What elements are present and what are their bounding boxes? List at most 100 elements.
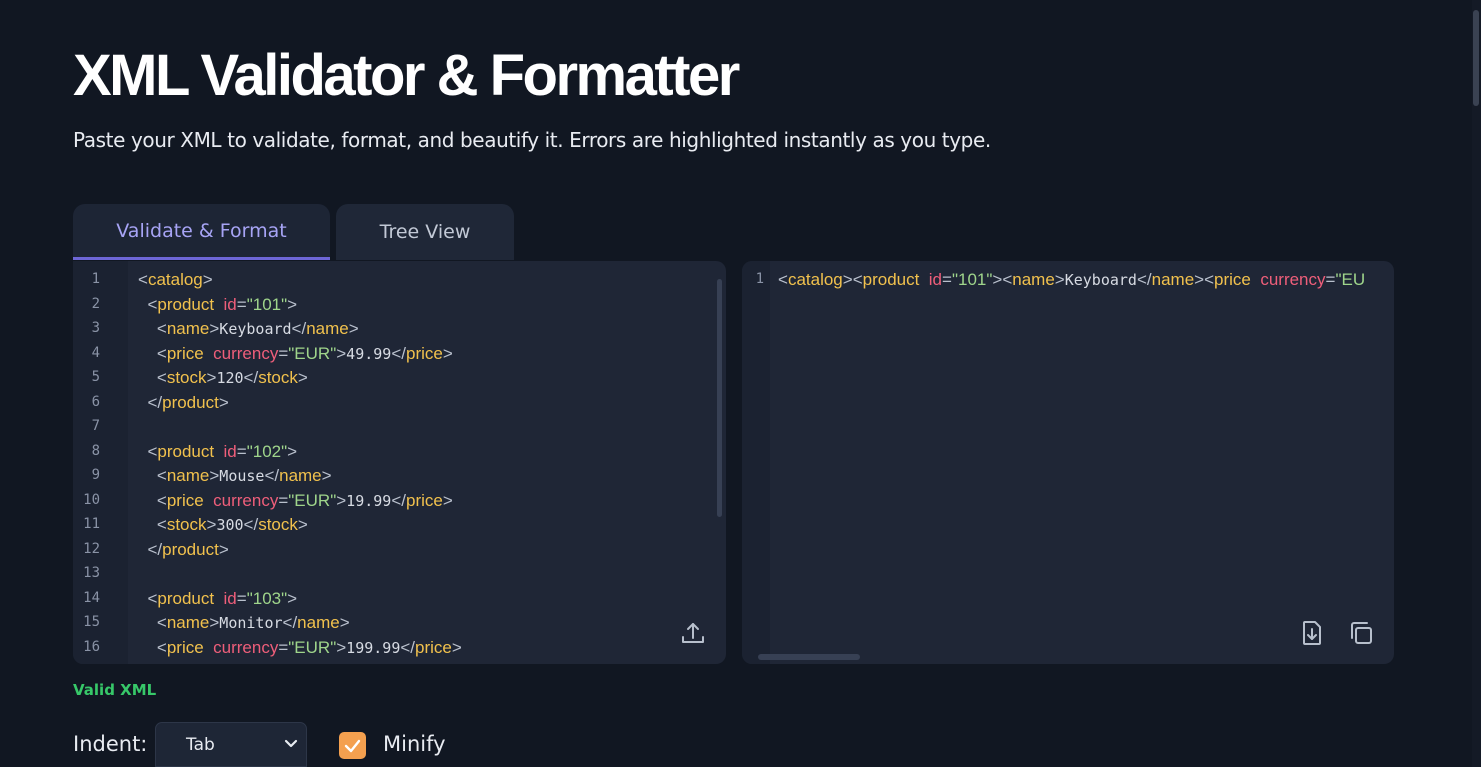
code-token: "EUR": [288, 637, 337, 657]
line-number: 7: [91, 418, 100, 434]
code-token: </: [243, 515, 259, 534]
tab-tree-view[interactable]: Tree View: [336, 204, 514, 260]
code-token: id: [223, 294, 237, 314]
code-token: >: [451, 637, 462, 657]
code-token: </: [264, 466, 280, 485]
input-editor[interactable]: 1 2 3 4 5 6 7 8 9 10 11 12 13 14 15 16 <catalog> <produ…: [73, 261, 726, 664]
line-number: 15: [83, 614, 100, 630]
vertical-scrollbar[interactable]: [717, 279, 722, 517]
page-subtitle: Paste your XML to validate, format, and …: [73, 128, 991, 152]
code-line: <price currency="EUR">49.99</price>: [138, 342, 453, 366]
upload-icon: [682, 623, 704, 643]
code-token: stock: [258, 515, 298, 534]
code-token: "EUR": [288, 490, 337, 510]
code-token: "103": [246, 588, 288, 608]
code-line: </product>: [138, 538, 228, 562]
upload-button[interactable]: [678, 618, 708, 648]
indent-select[interactable]: Tab: [155, 722, 307, 767]
code-token: >: [218, 392, 229, 412]
code-token: currency: [213, 637, 279, 657]
code-token: product: [162, 539, 219, 559]
code-token: =: [278, 490, 289, 510]
code-token: >: [287, 588, 298, 608]
minify-checkbox[interactable]: [339, 732, 366, 759]
code-token: >: [348, 319, 359, 338]
code-token: </: [243, 368, 259, 387]
code-token: name: [166, 613, 210, 632]
line-number: 4: [91, 344, 100, 361]
code-token: </: [291, 319, 307, 338]
download-button[interactable]: [1297, 618, 1327, 648]
code-token: stock: [166, 368, 207, 387]
code-token: </: [138, 539, 163, 559]
code-token: <: [778, 270, 788, 289]
code-token: product: [162, 392, 219, 412]
page-scrollbar[interactable]: [1472, 0, 1481, 767]
tab-validate-format[interactable]: Validate & Format: [73, 204, 330, 260]
code-token: >: [209, 613, 220, 632]
code-token: >: [287, 441, 298, 461]
code-token: currency: [213, 490, 279, 510]
code-token: >: [202, 270, 213, 289]
code-line: <product id="101">: [138, 293, 297, 317]
line-number: 11: [83, 516, 100, 532]
code-token: 199.99: [346, 638, 401, 657]
code-token: <: [138, 588, 158, 608]
code-token: <: [138, 515, 167, 534]
code-token: product: [157, 441, 215, 461]
code-line: <name>Mouse</name>: [138, 464, 332, 488]
code-token: >: [206, 368, 217, 387]
code-token: >: [442, 490, 453, 510]
code-line: <product id="103">: [138, 587, 297, 611]
line-number-gutter: 1 2 3 4 5 6 7 8 9 10 11 12 13 14 15 16: [73, 261, 128, 664]
code-line: <stock>300</stock>: [138, 513, 308, 537]
checkmark-icon: [344, 739, 361, 752]
line-number: 8: [91, 442, 100, 459]
code-token: name: [297, 613, 340, 632]
line-number: 2: [91, 295, 100, 312]
code-token: name: [1012, 270, 1055, 289]
code-token: >: [206, 515, 217, 534]
line-number: 1: [755, 271, 764, 287]
line-number: 13: [83, 565, 100, 581]
code-token: =: [236, 441, 247, 461]
code-token: =: [278, 343, 289, 363]
output-editor[interactable]: 1 <catalog><product id="101"><name>Keybo…: [742, 261, 1394, 664]
code-token: </: [400, 637, 416, 657]
code-token: <: [138, 319, 167, 338]
download-icon: [1303, 621, 1321, 645]
code-token: "101": [951, 270, 993, 289]
line-number: 14: [83, 589, 100, 606]
code-token: product: [157, 294, 215, 314]
horizontal-scrollbar[interactable]: [758, 654, 860, 660]
copy-button[interactable]: [1346, 618, 1376, 648]
code-token: >: [336, 637, 347, 657]
code-token: stock: [166, 515, 207, 534]
page-scrollbar-thumb[interactable]: [1473, 10, 1479, 106]
code-token: id: [928, 270, 943, 289]
code-token: "EUR": [288, 343, 337, 363]
minify-label: Minify: [383, 732, 446, 756]
code-token: stock: [258, 368, 298, 387]
code-line: <stock>120</stock>: [138, 366, 308, 390]
code-token: price: [1214, 270, 1251, 289]
code-token: currency: [1260, 270, 1326, 289]
code-token: product: [862, 270, 920, 289]
code-token: <: [138, 343, 167, 363]
code-token: "EU: [1335, 270, 1366, 289]
code-token: <: [138, 490, 167, 510]
code-token: </: [138, 392, 163, 412]
code-token: <: [138, 368, 167, 387]
line-number: 1: [91, 271, 100, 287]
code-token: </: [391, 343, 406, 363]
code-token: product: [157, 588, 215, 608]
code-line: </product>: [138, 391, 229, 415]
code-token: "102": [246, 441, 288, 461]
